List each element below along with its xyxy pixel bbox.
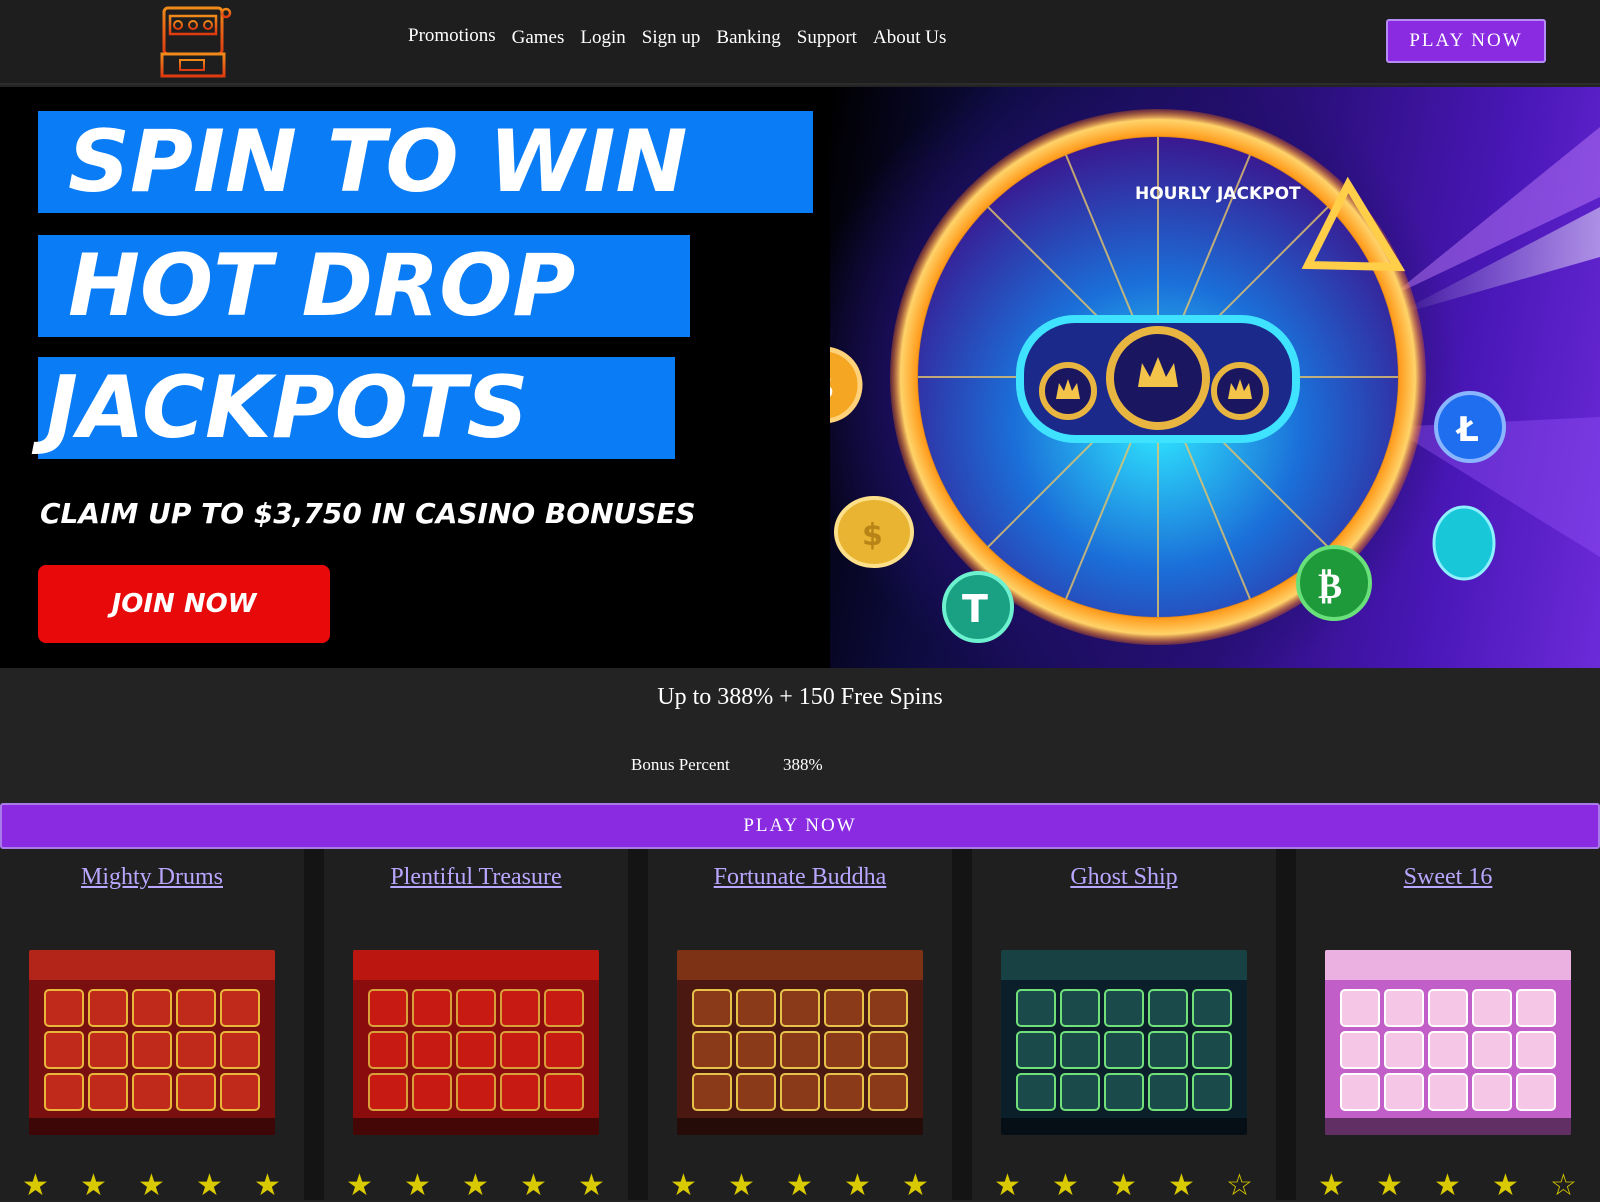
star-filled-icon: ★: [22, 1169, 49, 1202]
svg-text:$: $: [862, 518, 883, 553]
star-filled-icon: ★: [670, 1169, 697, 1202]
star-filled-icon: ★: [404, 1169, 431, 1202]
star-filled-icon: ★: [1110, 1169, 1137, 1202]
game-card: Plentiful Treasure ★ ★ ★ ★ ★: [324, 849, 628, 1201]
svg-text:Ł: Ł: [1455, 410, 1479, 450]
headline-spin-to-win: SPIN TO WIN: [38, 111, 813, 213]
star-empty-icon: ☆: [1550, 1169, 1577, 1202]
game-thumbnail[interactable]: [29, 950, 275, 1135]
star-filled-icon: ★: [196, 1169, 223, 1202]
star-filled-icon: ★: [1492, 1169, 1519, 1202]
rating-stars: ★ ★ ★ ★ ★: [346, 1171, 636, 1201]
game-card: Ghost Ship ★ ★ ★ ★ ☆: [972, 849, 1276, 1201]
svg-text:₿: ₿: [830, 364, 833, 408]
nav-support[interactable]: Support: [797, 27, 857, 49]
star-filled-icon: ★: [994, 1169, 1021, 1202]
game-title-link[interactable]: Fortunate Buddha: [648, 864, 952, 891]
star-filled-icon: ★: [902, 1169, 929, 1202]
nav-about-us[interactable]: About Us: [873, 27, 946, 49]
game-card: Fortunate Buddha ★ ★ ★ ★ ★: [648, 849, 952, 1201]
game-title-link[interactable]: Mighty Drums: [0, 864, 304, 891]
slot-machine-logo-icon[interactable]: [160, 4, 240, 80]
game-title-link[interactable]: Plentiful Treasure: [324, 864, 628, 891]
jackpot-wheel-illustration: HOURLY JACKPOT ₿ $ T ₿ Ł: [785, 109, 1600, 645]
headline-hot-drop: HOT DROP: [38, 235, 690, 337]
play-now-wide-button[interactable]: PLAY NOW: [0, 803, 1600, 849]
site-header: Promotions Games Login Sign up Banking S…: [0, 0, 1600, 85]
headline-jackpots: JACKPOTS: [38, 357, 675, 459]
game-card: Sweet 16 ★ ★ ★ ★ ☆: [1296, 849, 1600, 1201]
svg-text:₿: ₿: [1318, 566, 1342, 607]
wheel-segment-hourly: HOURLY JACKPOT: [1135, 184, 1301, 204]
hero-banner[interactable]: HOURLY JACKPOT ₿ $ T ₿ Ł SPIN TO WIN HOT…: [0, 87, 1600, 668]
jackpot-wheel-art: HOURLY JACKPOT ₿ $ T ₿ Ł: [785, 87, 1600, 668]
game-card: Mighty Drums ★ ★ ★ ★ ★: [0, 849, 304, 1201]
star-empty-icon: ☆: [1226, 1169, 1253, 1202]
game-thumbnail[interactable]: [1325, 950, 1571, 1135]
star-filled-icon: ★: [786, 1169, 813, 1202]
star-filled-icon: ★: [462, 1169, 489, 1202]
game-thumbnail[interactable]: [1001, 950, 1247, 1135]
rating-stars: ★ ★ ★ ★ ☆: [1318, 1171, 1600, 1201]
star-filled-icon: ★: [1376, 1169, 1403, 1202]
play-now-button[interactable]: PLAY NOW: [1386, 19, 1546, 63]
game-title-link[interactable]: Ghost Ship: [972, 864, 1276, 891]
rating-stars: ★ ★ ★ ★ ☆: [994, 1171, 1284, 1201]
star-filled-icon: ★: [80, 1169, 107, 1202]
rating-stars: ★ ★ ★ ★ ★: [670, 1171, 960, 1201]
claim-bonus-text: CLAIM UP TO $3,750 IN CASINO BONUSES: [40, 497, 696, 530]
star-filled-icon: ★: [1318, 1169, 1345, 1202]
svg-text:T: T: [962, 587, 988, 631]
bonus-title: Up to 388% + 150 Free Spins: [657, 684, 943, 710]
star-filled-icon: ★: [728, 1169, 755, 1202]
nav-banking[interactable]: Banking: [716, 27, 780, 49]
join-now-button[interactable]: JOIN NOW: [38, 565, 330, 643]
nav-login[interactable]: Login: [580, 27, 625, 49]
game-title-link[interactable]: Sweet 16: [1296, 864, 1600, 891]
game-thumbnail[interactable]: [353, 950, 599, 1135]
star-filled-icon: ★: [844, 1169, 871, 1202]
game-cards: Mighty Drums ★ ★ ★ ★ ★ Plentiful Treasure ★ ★…: [0, 849, 1600, 1201]
rating-stars: ★ ★ ★ ★ ★: [22, 1171, 312, 1201]
bonus-percent-label: Bonus Percent: [631, 755, 730, 774]
game-thumbnail[interactable]: [677, 950, 923, 1135]
star-filled-icon: ★: [254, 1169, 281, 1202]
main-nav: Promotions Games Login Sign up Banking S…: [408, 25, 962, 49]
star-filled-icon: ★: [520, 1169, 547, 1202]
star-filled-icon: ★: [346, 1169, 373, 1202]
nav-sign-up[interactable]: Sign up: [642, 27, 701, 49]
bonus-percent-value: 388%: [783, 755, 823, 774]
nav-promotions[interactable]: Promotions: [408, 25, 496, 47]
nav-games[interactable]: Games: [512, 27, 565, 49]
star-filled-icon: ★: [578, 1169, 605, 1202]
star-filled-icon: ★: [1434, 1169, 1461, 1202]
star-filled-icon: ★: [1052, 1169, 1079, 1202]
star-filled-icon: ★: [1168, 1169, 1195, 1202]
star-filled-icon: ★: [138, 1169, 165, 1202]
